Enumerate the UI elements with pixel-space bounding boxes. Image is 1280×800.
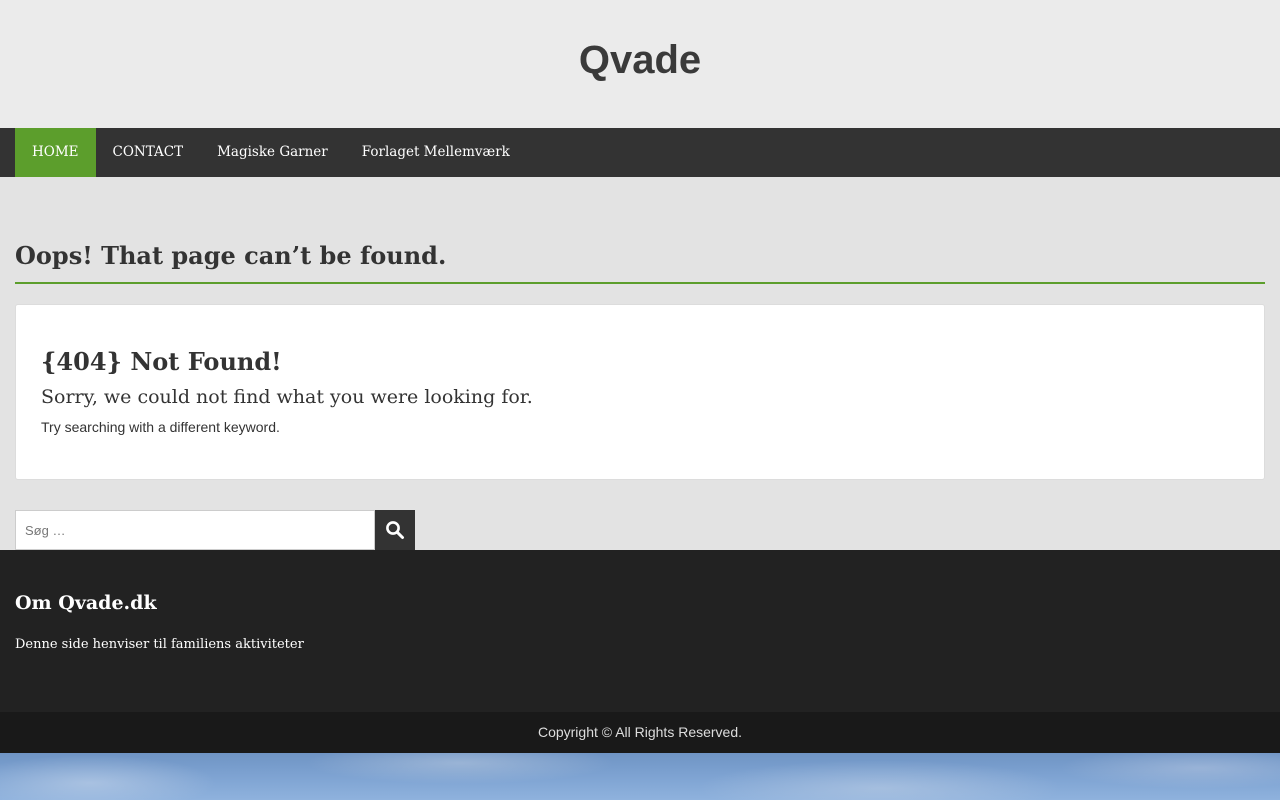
not-found-subheading: Sorry, we could not find what you were l… <box>41 386 533 408</box>
main-navigation: HOME CONTACT Magiske Garner Forlaget Mel… <box>0 128 1280 177</box>
not-found-heading: {404} Not Found! <box>41 347 282 376</box>
not-found-hint: Try searching with a different keyword. <box>41 419 280 435</box>
background-sky-image <box>0 753 1280 800</box>
footer-widgets: Om Qvade.dk Denne side henviser til fami… <box>0 550 1280 712</box>
nav-item-home[interactable]: HOME <box>15 128 96 177</box>
page-title: Oops! That page can’t be found. <box>15 241 447 270</box>
not-found-box: {404} Not Found! Sorry, we could not fin… <box>15 304 1265 480</box>
nav-menu: HOME CONTACT Magiske Garner Forlaget Mel… <box>15 128 527 177</box>
site-header: Qvade <box>0 0 1280 128</box>
nav-item-contact[interactable]: CONTACT <box>96 128 201 177</box>
nav-item-magiske-garner[interactable]: Magiske Garner <box>200 128 345 177</box>
search-icon <box>385 520 405 540</box>
nav-item-forlaget-mellemvaerk[interactable]: Forlaget Mellemværk <box>345 128 527 177</box>
search-button[interactable] <box>375 510 415 550</box>
copyright-text: Copyright © All Rights Reserved. <box>537 724 743 740</box>
title-divider <box>15 282 1265 284</box>
site-title-link[interactable]: Qvade <box>0 36 1280 84</box>
footer-bottom: Copyright © All Rights Reserved. <box>0 712 1280 753</box>
footer-widget-text: Denne side henviser til familiens aktivi… <box>15 637 304 652</box>
footer-widget-title: Om Qvade.dk <box>15 592 157 614</box>
search-form <box>15 510 415 550</box>
search-input[interactable] <box>15 510 375 550</box>
